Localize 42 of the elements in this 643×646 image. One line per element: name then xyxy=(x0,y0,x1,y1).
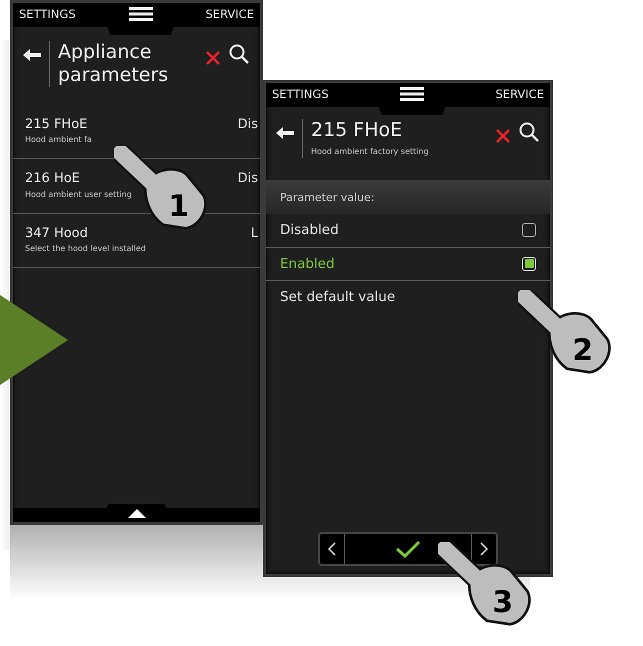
pointing-hand-icon xyxy=(438,542,531,626)
back-arrow-icon[interactable] xyxy=(276,127,294,139)
parameter-description: Select the hood level installed xyxy=(25,243,146,256)
close-icon[interactable] xyxy=(496,129,510,143)
screen-title: 215 FHoE xyxy=(311,119,404,142)
option-label: Set default value xyxy=(280,288,396,307)
chevron-right-icon xyxy=(480,542,488,556)
parameter-value: Dis xyxy=(238,170,258,188)
checkbox[interactable] xyxy=(522,223,536,238)
option-row[interactable]: Set default value xyxy=(266,280,550,314)
option-row[interactable]: Enabled xyxy=(266,248,550,281)
option-label: Enabled xyxy=(280,254,335,274)
up-triangle-icon xyxy=(128,508,146,518)
screen-title: Appliance parameters xyxy=(58,41,170,87)
header-label: SERVICE xyxy=(206,6,254,23)
chevron-left-icon xyxy=(328,542,336,556)
header-label: SERVICE xyxy=(496,86,544,103)
pointing-hand-icon xyxy=(518,290,611,374)
parameter-description: Hood ambient user setting xyxy=(25,188,132,201)
search-icon[interactable] xyxy=(518,121,540,143)
screen-subtitle: Hood ambient factory setting xyxy=(311,146,430,158)
parameter-row[interactable]: 215 FHoE Hood ambient fa Dis xyxy=(13,104,260,160)
back-arrow-icon[interactable] xyxy=(23,49,41,61)
close-icon[interactable] xyxy=(206,51,220,65)
header-label: SETTINGS xyxy=(19,6,76,23)
parameter-code: 215 FHoE xyxy=(25,116,88,134)
header-label: SETTINGS xyxy=(272,86,329,103)
parameter-value: Dis xyxy=(238,116,258,134)
section-label: Parameter value: xyxy=(266,180,550,214)
step-number: 2 xyxy=(572,333,594,368)
option-label: Disabled xyxy=(280,221,339,240)
option-row[interactable]: Disabled xyxy=(266,214,550,248)
menu-icon xyxy=(128,7,153,21)
search-icon[interactable] xyxy=(228,43,250,65)
parameter-code: 216 HoE xyxy=(25,170,81,188)
menu-icon xyxy=(400,87,424,101)
pointer-arrow-icon xyxy=(0,295,68,385)
parameter-value: L xyxy=(250,224,258,243)
step-number: 3 xyxy=(492,585,514,620)
parameter-description: Hood ambient fa xyxy=(25,134,92,146)
checkmark-icon xyxy=(395,540,421,558)
parameter-code: 347 Hood xyxy=(25,224,89,243)
